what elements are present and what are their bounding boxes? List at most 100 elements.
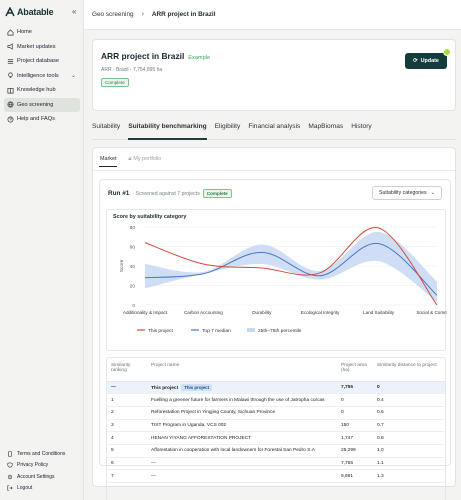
project-name-cell-text: HENAN YIYANG AFFORESTATION PROJECT [151,435,252,441]
sidebar-item-geo-screening[interactable]: Geo screening [4,97,80,112]
privacy-link[interactable]: Privacy Policy [0,460,84,472]
sidebar-item-intelligence-tools[interactable]: Intelligence tools ⌄ [0,69,84,84]
example-tag: Example [188,55,211,61]
distance-cell-text: 0.7 [377,422,384,428]
x-tick-label: Social & Community [416,310,447,315]
category-select[interactable]: Suitability categories ⌄ [372,186,442,200]
table-row[interactable]: 6 — 7,755 1.1 [107,457,445,471]
area-cell: 150 [337,419,373,433]
sidebar-item-label: Knowledge hub [17,87,56,94]
project-name-cell-text: This project [151,385,179,391]
area-cell: 0 [337,393,373,407]
chevron-right-icon: › [141,11,144,18]
chevron-down-icon[interactable]: ⌄ [71,72,76,79]
update-button[interactable]: ⟳ Update [405,53,447,69]
page-title: ARR project in Brazil Example [101,51,210,61]
run-subtitle: · Screened against 7 projects [132,191,200,197]
percentile-band [145,231,437,303]
tab-mapbiomas[interactable]: MapBiomas [308,118,343,139]
category-select-value: Suitability categories [379,190,427,196]
col-name-header: Project name [147,358,337,382]
main-content: ARR project in Brazil Example ARR · Brazi… [84,30,461,500]
table-row[interactable]: 3 TIST Program in Uganda, VCS 002 150 0.7 [107,419,445,433]
legend-label: 25th–75th percentile [258,328,302,334]
shield-icon [6,461,14,469]
distance-cell: 1.0 [373,444,445,458]
similarity-table: Similarity ranking Project name Project … [107,358,445,483]
legend-label: Top 7 median [202,328,231,334]
collapse-sidebar-icon[interactable]: « [72,7,76,16]
similarity-table-card: Similarity ranking Project name Project … [106,357,446,500]
distance-cell: 1.1 [373,457,445,471]
rank-cell: 2 [107,406,147,420]
tab-suitability[interactable]: Suitability [92,118,120,139]
tab-history[interactable]: History [351,118,372,139]
sidebar-item-label: Intelligence tools [17,72,59,79]
rank-cell: 1 [107,393,147,407]
tab-suitability-benchmarking[interactable]: Suitability benchmarking [128,118,207,140]
distance-cell: 0.6 [373,406,445,420]
table-row[interactable]: 7 — 9,691 1.3 [107,469,445,483]
area-cell-text: 1,747 [341,435,354,441]
tab-eligibility[interactable]: Eligibility [215,118,241,139]
x-tick-label: Durability [252,310,272,315]
rank-cell-text: 2 [111,410,114,416]
app-logo[interactable]: Abatable [5,6,54,18]
distance-cell-text: 1.3 [377,473,384,479]
area-cell-text: 0 [341,410,344,416]
area-cell: 25,299 [337,444,373,458]
table-row[interactable]: — This project This project 7,755 0 [107,381,445,395]
logout-label: Logout [17,485,33,492]
subtab-bar: Market 🔒︎ My portfolio [99,153,172,167]
project-name-cell: HENAN YIYANG AFFORESTATION PROJECT [147,431,337,445]
area-cell-text: 7,755 [341,460,354,466]
benchmark-panel: Market 🔒︎ My portfolio Run #1 · Screened a… [92,147,456,500]
distance-cell: 0.7 [373,419,445,433]
bulb-icon [6,72,14,80]
sidebar-item-home[interactable]: Home [0,25,84,40]
home-icon [6,28,14,36]
sidebar-item-knowledge-hub[interactable]: Knowledge hub [0,83,84,98]
sidebar-item-label: Home [17,29,32,36]
area-cell-text: 25,299 [341,448,356,454]
project-header-card: ARR project in Brazil Example ARR · Brazi… [92,39,456,111]
breadcrumb-parent[interactable]: Geo screening [92,11,134,18]
terms-link[interactable]: Terms and Conditions [0,448,84,460]
subtab-my-portfolio[interactable]: 🔒︎ My portfolio [127,153,162,167]
rank-cell: 4 [107,431,147,445]
list-icon [6,57,14,65]
y-tick-label: 0 [132,303,135,309]
table-row[interactable]: 1 Fuelling a greener future for farmers i… [107,393,445,407]
table-row[interactable]: 4 HENAN YIYANG AFFORESTATION PROJECT 1,747… [107,431,445,445]
col-distance-header: Similarity distance to project [373,358,445,382]
divider [93,170,455,171]
table-row[interactable]: 5 Afforestation in cooperation with local… [107,444,445,458]
gear-icon [6,473,14,481]
sidebar-item-help[interactable]: Help and FAQs [0,112,84,127]
run-header: Run #1 · Screened against 7 projects Compl… [108,189,232,198]
logout-link[interactable]: Logout [0,483,84,495]
sidebar-footer: Terms and Conditions Privacy Policy Acco… [0,448,84,494]
area-cell: 7,755 [337,457,373,471]
tab-bar: Suitability Suitability benchmarking Eli… [92,118,456,140]
rank-cell-text: 7 [111,473,114,479]
sidebar-item-label: Geo screening [17,101,54,108]
y-tick-label: 80 [130,225,136,231]
sidebar-item-project-database[interactable]: Project database [0,54,84,69]
subtab-label: My portfolio [133,156,162,162]
account-settings-label: Account Settings [17,473,55,480]
globe-icon [6,101,14,109]
rank-cell: 3 [107,419,147,433]
subtab-market[interactable]: Market [99,153,118,167]
project-name-cell-text: Reforestation Project in Yingjing County… [151,410,276,416]
this-project-badge: This project [181,383,213,391]
tab-financial-analysis[interactable]: Financial analysis [248,118,300,139]
book-icon [6,86,14,94]
table-row[interactable]: 2 Reforestation Project in Yingjing Count… [107,406,445,420]
run-status-badge: Complete [202,189,232,198]
distance-cell: 1.3 [373,469,445,483]
account-settings-link[interactable]: Account Settings [0,471,84,483]
x-tick-label: Land Suitability [363,310,395,315]
table-header-row: Similarity ranking Project name Project … [107,358,445,382]
sidebar-item-market-updates[interactable]: Market updates [0,40,84,55]
